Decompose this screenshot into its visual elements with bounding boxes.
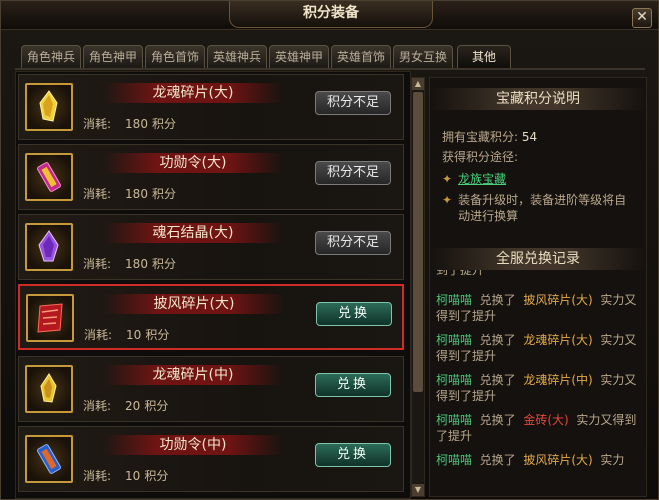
tab-hero-armor[interactable]: 英雄神甲 (269, 45, 329, 68)
item-name: 龙魂碎片(大) (103, 83, 283, 103)
scroll-thumb[interactable] (413, 92, 423, 392)
tab-hero-weapon[interactable]: 英雄神兵 (207, 45, 267, 68)
dragon-treasure-link[interactable]: 龙族宝藏 (458, 172, 506, 186)
bullet-icon: ✦ (442, 193, 453, 207)
tab-role-armor[interactable]: 角色神甲 (83, 45, 143, 68)
window-title: 积分装备 (229, 1, 433, 28)
item-icon-frame (26, 294, 74, 342)
item-name: 龙魂碎片(中) (103, 365, 283, 385)
title-bar: 积分装备 ✕ (1, 1, 658, 30)
item-icon-frame (25, 153, 73, 201)
item-list: 龙魂碎片(大) 消耗: 180 积分 积分不足 功勋令(大) 消耗: 180 积分 积分… (15, 71, 411, 499)
item-card: 龙魂碎片(大) 消耗: 180 积分 积分不足 (18, 74, 404, 140)
item-icon-frame (25, 365, 73, 413)
scroll-down-icon[interactable]: ▼ (412, 484, 424, 496)
item-card: 功勋令(大) 消耗: 180 积分 积分不足 (18, 144, 404, 210)
insufficient-points-button[interactable]: 积分不足 (315, 161, 391, 185)
exchange-records: 到了提升 柯喵喵 兑换了 披风碎片(大) 实力又得到了提升 柯喵喵 兑换了 龙魂… (436, 270, 638, 492)
scroll-up-icon[interactable]: ▲ (412, 78, 424, 90)
tab-other[interactable]: 其他 (457, 45, 511, 68)
item-cost: 消耗: 20 积分 (83, 399, 169, 413)
treasure-heading: 宝藏积分说明 (430, 88, 646, 110)
blue-medal-icon (37, 444, 61, 474)
item-name: 功勋令(大) (103, 153, 283, 173)
exchange-button[interactable]: 兑换 (315, 373, 391, 397)
item-name: 功勋令(中) (103, 435, 283, 455)
tab-gender-swap[interactable]: 男女互换 (393, 45, 453, 68)
item-card: 魂石结晶(大) 消耗: 180 积分 积分不足 (18, 214, 404, 280)
record-entry: 柯喵喵 兑换了 披风碎片(大) 实力 (436, 453, 625, 467)
upgrade-note: ✦ 装备升级时，装备进阶等级将自动进行换算 (442, 193, 627, 223)
record-entry: 柯喵喵 兑换了 龙魂碎片(中) 实力又得到了提升 (436, 373, 637, 403)
item-name: 披风碎片(大) (104, 294, 284, 314)
points-method-label: 获得积分途径: (442, 150, 519, 164)
tab-hero-jewelry[interactable]: 英雄首饰 (331, 45, 391, 68)
bullet-icon: ✦ (442, 172, 453, 186)
item-card-selected: 披风碎片(大) 消耗: 10 积分 兑换 (18, 284, 404, 350)
item-cost: 消耗: 180 积分 (83, 257, 176, 271)
purple-medal-icon (37, 162, 61, 192)
item-cost: 消耗: 180 积分 (83, 187, 176, 201)
records-heading: 全服兑换记录 (430, 248, 646, 270)
item-card: 功勋令(中) 消耗: 10 积分 兑换 (18, 426, 404, 492)
tab-role-jewelry[interactable]: 角色首饰 (145, 45, 205, 68)
record-partial: 到了提升 (436, 270, 485, 277)
insufficient-points-button[interactable]: 积分不足 (315, 91, 391, 115)
yellow-crystal-icon (39, 90, 58, 122)
exchange-button[interactable]: 兑换 (315, 443, 391, 467)
item-icon-frame (25, 435, 73, 483)
yellow-crystal-icon (40, 373, 57, 403)
exchange-button[interactable]: 兑换 (316, 302, 392, 326)
item-cost: 消耗: 10 积分 (84, 328, 170, 342)
tab-divider (15, 68, 645, 70)
item-cost: 消耗: 10 积分 (83, 469, 169, 483)
record-entry: 柯喵喵 兑换了 龙魂碎片(大) 实力又得到了提升 (436, 333, 637, 363)
owned-points: 拥有宝藏积分: 54 (442, 130, 538, 144)
record-entry: 柯喵喵 兑换了 金砖(大) 实力又得到了提升 (436, 413, 637, 443)
exchange-window: 积分装备 ✕ 角色神兵 角色神甲 角色首饰 英雄神兵 英雄神甲 英雄首饰 男女互… (0, 0, 659, 500)
red-cloak-shard-icon (37, 303, 63, 333)
item-icon-frame (25, 83, 73, 131)
record-entry: 柯喵喵 兑换了 披风碎片(大) 实力又得到了提升 (436, 293, 637, 323)
info-panel: 宝藏积分说明 拥有宝藏积分: 54 获得积分途径: ✦ 龙族宝藏 ✦ 装备升级时，装… (429, 77, 647, 497)
method-link-row: ✦ 龙族宝藏 (442, 170, 506, 187)
item-name: 魂石结晶(大) (103, 223, 283, 243)
purple-crystal-icon (38, 230, 59, 262)
list-scrollbar[interactable]: ▲ ▼ (411, 77, 425, 497)
insufficient-points-button[interactable]: 积分不足 (315, 231, 391, 255)
item-icon-frame (25, 223, 73, 271)
tab-role-weapon[interactable]: 角色神兵 (21, 45, 81, 68)
item-cost: 消耗: 180 积分 (83, 117, 176, 131)
item-card: 龙魂碎片(中) 消耗: 20 积分 兑换 (18, 356, 404, 422)
close-button[interactable]: ✕ (632, 8, 652, 28)
